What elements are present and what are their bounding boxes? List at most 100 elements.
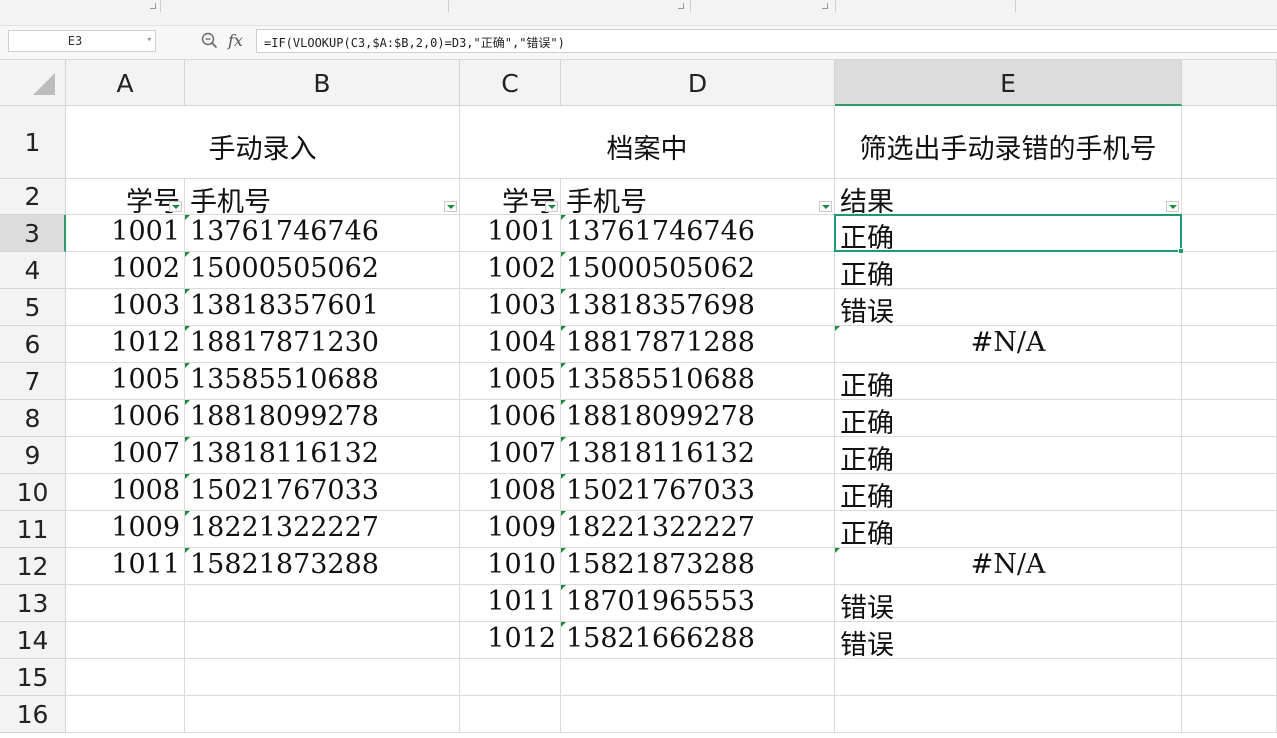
- table-cell[interactable]: 1012: [460, 622, 561, 659]
- table-cell[interactable]: 错误: [835, 622, 1182, 661]
- table-cell[interactable]: #N/A: [835, 548, 1182, 585]
- table-cell[interactable]: [185, 696, 460, 733]
- group-header-group2[interactable]: 档案中: [460, 106, 835, 179]
- field-header-a[interactable]: 学号: [66, 179, 185, 218]
- table-cell[interactable]: 13761746746: [561, 215, 835, 252]
- row-header-12[interactable]: 12: [0, 548, 66, 585]
- filter-dropdown-icon[interactable]: [444, 201, 457, 212]
- table-cell[interactable]: 13585510688: [561, 363, 835, 400]
- table-cell[interactable]: 15000505062: [561, 252, 835, 289]
- cell-empty[interactable]: [1182, 474, 1277, 511]
- table-cell[interactable]: 15821873288: [185, 548, 460, 585]
- cell-empty[interactable]: [1182, 326, 1277, 363]
- table-cell[interactable]: 1001: [460, 215, 561, 252]
- table-cell[interactable]: 1001: [66, 215, 185, 252]
- cell-empty[interactable]: [1182, 252, 1277, 289]
- row-header-5[interactable]: 5: [0, 289, 66, 326]
- cell-empty[interactable]: [1182, 622, 1277, 659]
- ribbon-dialog-launcher-icon[interactable]: [150, 3, 156, 9]
- column-header-a[interactable]: A: [66, 60, 185, 106]
- table-cell[interactable]: 正确: [835, 252, 1182, 291]
- table-cell[interactable]: 15021767033: [561, 474, 835, 511]
- column-header-c[interactable]: C: [460, 60, 561, 106]
- chevron-down-icon[interactable]: ▾: [147, 35, 152, 45]
- row-header-13[interactable]: 13: [0, 585, 66, 622]
- table-cell[interactable]: [66, 585, 185, 622]
- table-cell[interactable]: [66, 622, 185, 659]
- table-cell[interactable]: 18701965553: [561, 585, 835, 622]
- table-cell[interactable]: 1006: [460, 400, 561, 437]
- column-header-empty[interactable]: [1182, 60, 1277, 106]
- cell-empty[interactable]: [1182, 400, 1277, 437]
- table-cell[interactable]: 15021767033: [185, 474, 460, 511]
- row-header-15[interactable]: 15: [0, 659, 66, 696]
- table-cell[interactable]: [561, 659, 835, 696]
- cell-empty[interactable]: [1182, 106, 1277, 179]
- row-header-7[interactable]: 7: [0, 363, 66, 400]
- table-cell[interactable]: 1005: [66, 363, 185, 400]
- table-cell[interactable]: 18817871288: [561, 326, 835, 363]
- table-cell[interactable]: 13818357601: [185, 289, 460, 326]
- column-header-b[interactable]: B: [185, 60, 460, 106]
- zoom-formula-icon[interactable]: [201, 32, 218, 49]
- table-cell[interactable]: 正确: [835, 400, 1182, 439]
- table-cell[interactable]: 1006: [66, 400, 185, 437]
- table-cell[interactable]: 1008: [460, 474, 561, 511]
- table-cell[interactable]: 1005: [460, 363, 561, 400]
- row-header-8[interactable]: 8: [0, 400, 66, 437]
- row-header-1[interactable]: 1: [0, 106, 66, 179]
- table-cell[interactable]: [835, 696, 1182, 733]
- table-cell[interactable]: [185, 659, 460, 696]
- table-cell[interactable]: 13761746746: [185, 215, 460, 252]
- filter-dropdown-icon[interactable]: [169, 201, 182, 212]
- table-cell[interactable]: [561, 696, 835, 733]
- ribbon-dialog-launcher-icon[interactable]: [678, 3, 684, 9]
- table-cell[interactable]: 18817871230: [185, 326, 460, 363]
- row-header-6[interactable]: 6: [0, 326, 66, 363]
- cell-empty[interactable]: [1182, 511, 1277, 548]
- table-cell[interactable]: 1011: [66, 548, 185, 585]
- table-cell[interactable]: [185, 622, 460, 659]
- table-cell[interactable]: 13585510688: [185, 363, 460, 400]
- formula-input[interactable]: =IF(VLOOKUP(C3,$A:$B,2,0)=D3,"正确","错误"): [256, 29, 1277, 53]
- table-cell[interactable]: 13818357698: [561, 289, 835, 326]
- table-cell[interactable]: 1002: [66, 252, 185, 289]
- table-cell[interactable]: [835, 659, 1182, 696]
- field-header-c[interactable]: 学号: [460, 179, 561, 218]
- table-cell[interactable]: 13818116132: [561, 437, 835, 474]
- cell-empty[interactable]: [1182, 437, 1277, 474]
- row-header-10[interactable]: 10: [0, 474, 66, 511]
- table-cell[interactable]: 1011: [460, 585, 561, 622]
- fill-handle[interactable]: [1178, 248, 1184, 254]
- cell-empty[interactable]: [1182, 289, 1277, 326]
- table-cell[interactable]: #N/A: [835, 326, 1182, 363]
- table-cell[interactable]: 1009: [460, 511, 561, 548]
- table-cell[interactable]: 18818099278: [561, 400, 835, 437]
- filter-dropdown-icon[interactable]: [1166, 201, 1179, 212]
- name-box[interactable]: E3 ▾: [8, 30, 156, 52]
- table-cell[interactable]: [66, 659, 185, 696]
- table-cell[interactable]: 1012: [66, 326, 185, 363]
- field-header-d[interactable]: 手机号: [561, 179, 835, 218]
- table-cell[interactable]: 1008: [66, 474, 185, 511]
- table-cell[interactable]: [185, 585, 460, 622]
- table-cell[interactable]: 1010: [460, 548, 561, 585]
- filter-dropdown-icon[interactable]: [819, 201, 832, 212]
- table-cell[interactable]: 错误: [835, 585, 1182, 624]
- table-cell[interactable]: [66, 696, 185, 733]
- fx-icon[interactable]: fx: [228, 31, 243, 50]
- row-header-14[interactable]: 14: [0, 622, 66, 659]
- field-header-b[interactable]: 手机号: [185, 179, 460, 218]
- table-cell[interactable]: 18221322227: [185, 511, 460, 548]
- table-cell[interactable]: 正确: [835, 511, 1182, 550]
- cell-empty[interactable]: [1182, 659, 1277, 696]
- select-all-corner[interactable]: [0, 60, 66, 106]
- table-cell[interactable]: 15821873288: [561, 548, 835, 585]
- table-cell[interactable]: 1004: [460, 326, 561, 363]
- column-header-d[interactable]: D: [561, 60, 835, 106]
- field-header-e[interactable]: 结果: [835, 179, 1182, 218]
- table-cell[interactable]: 15000505062: [185, 252, 460, 289]
- cell-empty[interactable]: [1182, 215, 1277, 252]
- cell-empty[interactable]: [1182, 548, 1277, 585]
- ribbon-dialog-launcher-icon[interactable]: [822, 3, 828, 9]
